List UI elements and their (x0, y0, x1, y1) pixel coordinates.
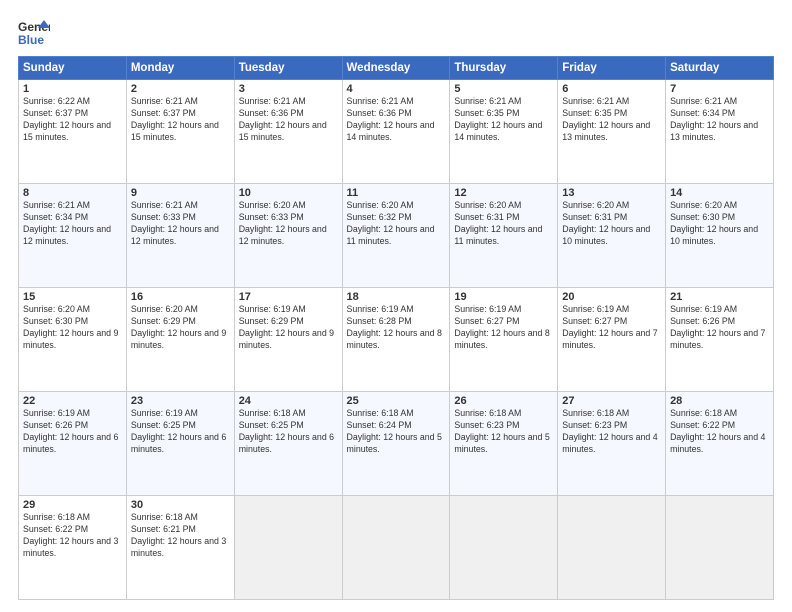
table-row (450, 496, 558, 600)
col-sunday: Sunday (19, 57, 127, 80)
table-row (558, 496, 666, 600)
table-row: 2Sunrise: 6:21 AMSunset: 6:37 PMDaylight… (126, 80, 234, 184)
table-row: 22Sunrise: 6:19 AMSunset: 6:26 PMDayligh… (19, 392, 127, 496)
table-row: 20Sunrise: 6:19 AMSunset: 6:27 PMDayligh… (558, 288, 666, 392)
table-row: 29Sunrise: 6:18 AMSunset: 6:22 PMDayligh… (19, 496, 127, 600)
col-saturday: Saturday (666, 57, 774, 80)
table-row: 9Sunrise: 6:21 AMSunset: 6:33 PMDaylight… (126, 184, 234, 288)
header: General Blue (18, 18, 774, 46)
logo-icon: General Blue (18, 18, 50, 46)
table-row: 6Sunrise: 6:21 AMSunset: 6:35 PMDaylight… (558, 80, 666, 184)
table-row: 24Sunrise: 6:18 AMSunset: 6:25 PMDayligh… (234, 392, 342, 496)
table-row: 17Sunrise: 6:19 AMSunset: 6:29 PMDayligh… (234, 288, 342, 392)
calendar-header-row: Sunday Monday Tuesday Wednesday Thursday… (19, 57, 774, 80)
page: General Blue Sunday Monday Tuesday Wedne… (0, 0, 792, 612)
table-row: 27Sunrise: 6:18 AMSunset: 6:23 PMDayligh… (558, 392, 666, 496)
table-row: 1Sunrise: 6:22 AMSunset: 6:37 PMDaylight… (19, 80, 127, 184)
col-tuesday: Tuesday (234, 57, 342, 80)
svg-text:Blue: Blue (18, 33, 44, 46)
calendar-row: 1Sunrise: 6:22 AMSunset: 6:37 PMDaylight… (19, 80, 774, 184)
table-row: 15Sunrise: 6:20 AMSunset: 6:30 PMDayligh… (19, 288, 127, 392)
logo: General Blue (18, 18, 50, 46)
table-row: 16Sunrise: 6:20 AMSunset: 6:29 PMDayligh… (126, 288, 234, 392)
calendar-row: 8Sunrise: 6:21 AMSunset: 6:34 PMDaylight… (19, 184, 774, 288)
table-row: 18Sunrise: 6:19 AMSunset: 6:28 PMDayligh… (342, 288, 450, 392)
table-row: 4Sunrise: 6:21 AMSunset: 6:36 PMDaylight… (342, 80, 450, 184)
table-row: 7Sunrise: 6:21 AMSunset: 6:34 PMDaylight… (666, 80, 774, 184)
table-row: 26Sunrise: 6:18 AMSunset: 6:23 PMDayligh… (450, 392, 558, 496)
table-row: 8Sunrise: 6:21 AMSunset: 6:34 PMDaylight… (19, 184, 127, 288)
table-row: 14Sunrise: 6:20 AMSunset: 6:30 PMDayligh… (666, 184, 774, 288)
calendar-table: Sunday Monday Tuesday Wednesday Thursday… (18, 56, 774, 600)
table-row: 3Sunrise: 6:21 AMSunset: 6:36 PMDaylight… (234, 80, 342, 184)
table-row (234, 496, 342, 600)
table-row: 19Sunrise: 6:19 AMSunset: 6:27 PMDayligh… (450, 288, 558, 392)
table-row: 10Sunrise: 6:20 AMSunset: 6:33 PMDayligh… (234, 184, 342, 288)
table-row: 21Sunrise: 6:19 AMSunset: 6:26 PMDayligh… (666, 288, 774, 392)
table-row: 5Sunrise: 6:21 AMSunset: 6:35 PMDaylight… (450, 80, 558, 184)
table-row: 11Sunrise: 6:20 AMSunset: 6:32 PMDayligh… (342, 184, 450, 288)
table-row: 13Sunrise: 6:20 AMSunset: 6:31 PMDayligh… (558, 184, 666, 288)
table-row (666, 496, 774, 600)
table-row: 25Sunrise: 6:18 AMSunset: 6:24 PMDayligh… (342, 392, 450, 496)
table-row: 23Sunrise: 6:19 AMSunset: 6:25 PMDayligh… (126, 392, 234, 496)
table-row: 30Sunrise: 6:18 AMSunset: 6:21 PMDayligh… (126, 496, 234, 600)
col-monday: Monday (126, 57, 234, 80)
col-friday: Friday (558, 57, 666, 80)
col-thursday: Thursday (450, 57, 558, 80)
table-row: 28Sunrise: 6:18 AMSunset: 6:22 PMDayligh… (666, 392, 774, 496)
table-row (342, 496, 450, 600)
col-wednesday: Wednesday (342, 57, 450, 80)
calendar-row: 15Sunrise: 6:20 AMSunset: 6:30 PMDayligh… (19, 288, 774, 392)
table-row: 12Sunrise: 6:20 AMSunset: 6:31 PMDayligh… (450, 184, 558, 288)
calendar-row: 22Sunrise: 6:19 AMSunset: 6:26 PMDayligh… (19, 392, 774, 496)
calendar-row: 29Sunrise: 6:18 AMSunset: 6:22 PMDayligh… (19, 496, 774, 600)
